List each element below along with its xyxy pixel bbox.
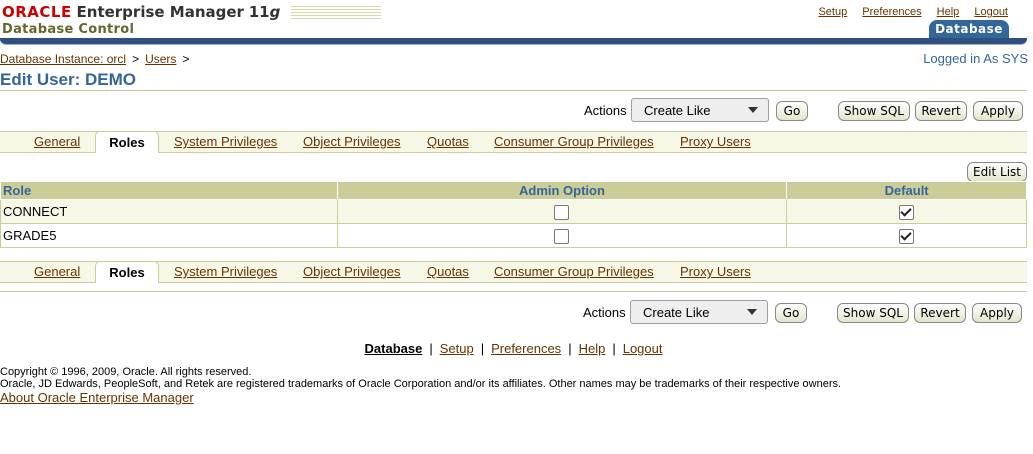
footer-link-database[interactable]: Database (365, 341, 423, 356)
tab-system-privileges[interactable]: System Privileges (174, 134, 277, 149)
table-row: GRADE5 (0, 223, 1027, 248)
table-row: CONNECT (0, 199, 1027, 224)
revert-button[interactable]: Revert (914, 303, 966, 323)
tab-general[interactable]: General (34, 264, 80, 279)
global-link-setup[interactable]: Setup (818, 6, 847, 18)
tab-proxy-users[interactable]: Proxy Users (680, 134, 751, 149)
revert-button[interactable]: Revert (915, 101, 967, 121)
trademark-line: Oracle, JD Edwards, PeopleSoft, and Rete… (0, 378, 842, 390)
breadcrumb-separator: > (132, 52, 140, 66)
tab-proxy-users[interactable]: Proxy Users (680, 264, 751, 279)
go-button[interactable]: Go (775, 303, 807, 323)
admin-option-checkbox[interactable] (554, 204, 570, 220)
role-cell: CONNECT (0, 199, 338, 224)
default-checkbox[interactable] (899, 204, 915, 220)
tab-database[interactable]: Database (929, 20, 1009, 38)
breadcrumb: Database Instance: orcl > Users > (0, 52, 195, 66)
default-checkbox[interactable] (899, 228, 915, 244)
actions-select[interactable]: Create Like (630, 300, 768, 324)
tab-consumer-group-privileges[interactable]: Consumer Group Privileges (494, 134, 654, 149)
bottom-tab-bar: General Roles System Privileges Object P… (0, 261, 1027, 283)
actions-select-value: Create Like (643, 305, 710, 320)
page-title: Edit User: DEMO (0, 70, 137, 89)
admin-option-checkbox[interactable] (554, 228, 570, 244)
brand-oracle: ORACLE (2, 3, 72, 21)
roles-table: Role Admin Option Default CONNECT GRADE5 (0, 181, 1027, 248)
footer-link-logout[interactable]: Logout (623, 341, 663, 356)
oracle-em-logo: ORACLE Enterprise Manager 11g Database C… (2, 3, 382, 37)
column-header-admin-option[interactable]: Admin Option (336, 181, 788, 200)
chevron-down-icon (747, 309, 757, 315)
actions-label: Actions (583, 305, 626, 320)
actions-label: Actions (584, 103, 627, 118)
actions-select[interactable]: Create Like (631, 98, 769, 122)
brand-subtitle: Database Control (2, 22, 135, 37)
top-action-row: Actions Create Like Go Show SQL Revert A… (0, 98, 1027, 124)
role-cell: GRADE5 (0, 223, 338, 248)
brand-stripes-decoration (291, 6, 382, 19)
tab-system-privileges[interactable]: System Privileges (174, 264, 277, 279)
global-link-logout[interactable]: Logout (974, 6, 1008, 18)
tab-consumer-group-privileges[interactable]: Consumer Group Privileges (494, 264, 654, 279)
tab-roles[interactable]: Roles (95, 261, 159, 283)
go-button[interactable]: Go (776, 101, 808, 121)
tab-object-privileges[interactable]: Object Privileges (303, 134, 401, 149)
copyright-line: Copyright © 1996, 2009, Oracle. All righ… (0, 366, 252, 378)
footer-link-preferences[interactable]: Preferences (491, 341, 561, 356)
show-sql-button[interactable]: Show SQL (837, 303, 909, 323)
actions-select-value: Create Like (644, 103, 711, 118)
tab-general[interactable]: General (34, 134, 80, 149)
breadcrumb-users[interactable]: Users (145, 52, 176, 66)
footer-link-help[interactable]: Help (579, 341, 606, 356)
bottom-action-row: Actions Create Like Go Show SQL Revert A… (0, 300, 1027, 326)
global-link-preferences[interactable]: Preferences (862, 6, 921, 18)
global-link-help[interactable]: Help (937, 6, 960, 18)
footer-link-setup[interactable]: Setup (440, 341, 474, 356)
top-tab-bar: General Roles System Privileges Object P… (0, 131, 1027, 153)
footer-links: Database | Setup | Preferences | Help | Logout (364, 341, 663, 356)
tab-quotas[interactable]: Quotas (427, 264, 469, 279)
apply-button[interactable]: Apply (973, 101, 1023, 121)
tab-quotas[interactable]: Quotas (427, 134, 469, 149)
breadcrumb-separator: > (182, 52, 190, 66)
apply-button[interactable]: Apply (972, 303, 1022, 323)
tab-roles[interactable]: Roles (95, 131, 159, 153)
brand-version: 11g (248, 3, 281, 21)
title-divider (0, 90, 1027, 91)
breadcrumb-database-instance[interactable]: Database Instance: orcl (0, 52, 126, 66)
bottom-divider (0, 291, 1027, 292)
column-header-default[interactable]: Default (786, 181, 1027, 200)
show-sql-button[interactable]: Show SQL (838, 101, 910, 121)
header-bar (0, 38, 1027, 45)
about-em-link[interactable]: About Oracle Enterprise Manager (0, 390, 194, 405)
copyright-notice: Copyright © 1996, 2009, Oracle. All righ… (0, 366, 841, 390)
column-header-role[interactable]: Role (0, 181, 338, 200)
chevron-down-icon (748, 107, 758, 113)
edit-list-button[interactable]: Edit List (967, 162, 1027, 182)
brand-product: Enterprise Manager (76, 3, 244, 21)
tab-object-privileges[interactable]: Object Privileges (303, 264, 401, 279)
global-links: Setup Preferences Help Logout (806, 6, 1008, 18)
logged-in-status: Logged in As SYS (923, 51, 1028, 66)
